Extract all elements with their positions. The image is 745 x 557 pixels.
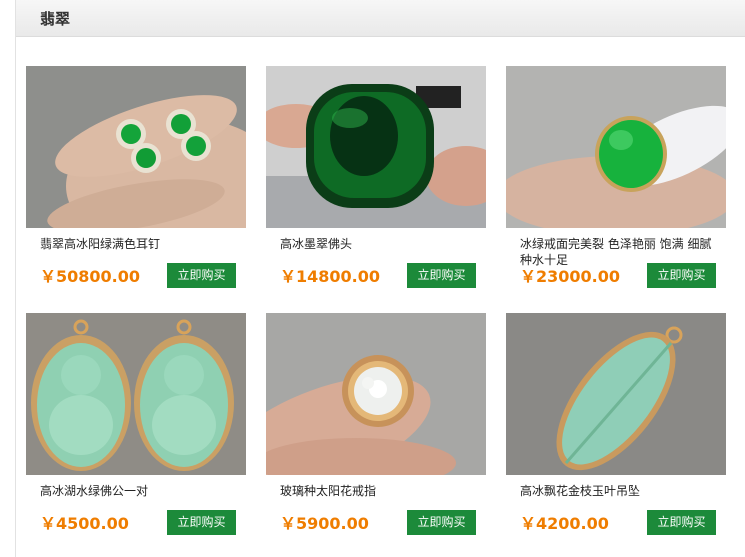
product-price: ￥50800.00	[40, 267, 141, 286]
product-name[interactable]: 高冰湖水绿佛公一对	[40, 483, 240, 499]
category-title: 翡翠	[40, 10, 71, 28]
product-price: ￥14800.00	[280, 267, 381, 286]
product-card[interactable]: 冰绿戒面完美裂 色泽艳丽 饱满 细腻种水十足 ￥23000.00 立即购买	[506, 66, 726, 296]
product-name[interactable]: 玻璃种太阳花戒指	[280, 483, 480, 499]
product-card[interactable]: 高冰墨翠佛头 ￥14800.00 立即购买	[266, 66, 486, 296]
product-card[interactable]: 高冰湖水绿佛公一对 ￥4500.00 立即购买	[26, 313, 246, 543]
buy-now-button[interactable]: 立即购买	[647, 263, 716, 288]
glass-jade-flower-ring-icon[interactable]	[266, 313, 486, 475]
dark-jade-buddha-icon[interactable]	[266, 66, 486, 228]
buy-now-button[interactable]: 立即购买	[167, 510, 236, 535]
product-card[interactable]: 高冰飘花金枝玉叶吊坠 ￥4200.00 立即购买	[506, 313, 726, 543]
green-jade-earrings-icon[interactable]	[26, 66, 246, 228]
product-card[interactable]: 玻璃种太阳花戒指 ￥5900.00 立即购买	[266, 313, 486, 543]
page-left-border	[15, 0, 16, 557]
product-price: ￥4500.00	[40, 514, 129, 533]
green-jade-ring-icon[interactable]	[506, 66, 726, 228]
jade-leaf-pendant-icon[interactable]	[506, 313, 726, 475]
jade-buddha-pendants-icon[interactable]	[26, 313, 246, 475]
buy-now-button[interactable]: 立即购买	[407, 510, 476, 535]
buy-now-button[interactable]: 立即购买	[407, 263, 476, 288]
product-name[interactable]: 高冰墨翠佛头	[280, 236, 480, 252]
product-name[interactable]: 翡翠高冰阳绿满色耳钉	[40, 236, 240, 252]
buy-now-button[interactable]: 立即购买	[647, 510, 716, 535]
buy-now-button[interactable]: 立即购买	[167, 263, 236, 288]
product-card[interactable]: 翡翠高冰阳绿满色耳钉 ￥50800.00 立即购买	[26, 66, 246, 296]
product-name[interactable]: 高冰飘花金枝玉叶吊坠	[520, 483, 720, 499]
product-price: ￥23000.00	[520, 267, 621, 286]
category-header: 翡翠	[16, 0, 745, 37]
product-price: ￥5900.00	[280, 514, 369, 533]
product-price: ￥4200.00	[520, 514, 609, 533]
